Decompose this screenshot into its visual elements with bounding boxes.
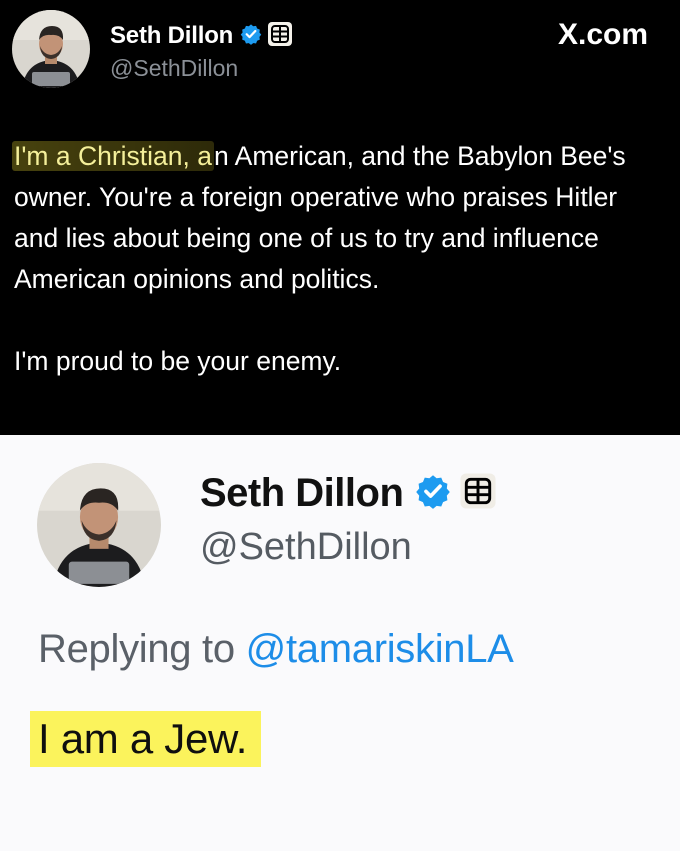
highlighted-tweet-text: I am a Jew.	[38, 715, 248, 762]
verified-badge-icon	[415, 473, 451, 514]
author-name[interactable]: Seth Dillon	[110, 22, 233, 50]
top-post-screenshot: Seth Dillon @SethDillon X.com I'm a Chri…	[0, 0, 680, 435]
replying-to-line: Replying to @tamariskinLA	[38, 627, 514, 672]
babylon-bee-logo-icon	[267, 21, 293, 52]
x-com-source-label: X.com	[557, 18, 648, 51]
author-handle[interactable]: @SethDillon	[110, 55, 238, 82]
reply-prefix: Replying to	[38, 627, 235, 671]
tweet-paragraph: I'm a Christian, an American, and the Ba…	[12, 136, 654, 300]
author-avatar[interactable]	[12, 10, 90, 88]
avatar-photo	[37, 463, 161, 587]
author-name-row: Seth Dillon	[200, 469, 497, 517]
bottom-post-screenshot: Seth Dillon @SethDillon Replying to @tam…	[0, 435, 680, 851]
author-handle[interactable]: @SethDillon	[200, 526, 412, 569]
author-name[interactable]: Seth Dillon	[200, 471, 404, 516]
verified-badge-icon	[240, 23, 262, 50]
author-name-row: Seth Dillon	[110, 20, 293, 52]
tweet-body: I'm a Christian, an American, and the Ba…	[12, 136, 654, 382]
highlighted-phrase: I'm a Christian, a	[12, 141, 214, 171]
tweet-closing-line: I'm proud to be your enemy.	[14, 346, 342, 376]
highlight-marker: I am a Jew.	[30, 711, 262, 767]
avatar-photo	[12, 10, 90, 88]
babylon-bee-logo-icon	[459, 472, 497, 515]
reply-mention-link[interactable]: @tamariskinLA	[246, 627, 514, 671]
author-avatar[interactable]	[37, 463, 161, 587]
